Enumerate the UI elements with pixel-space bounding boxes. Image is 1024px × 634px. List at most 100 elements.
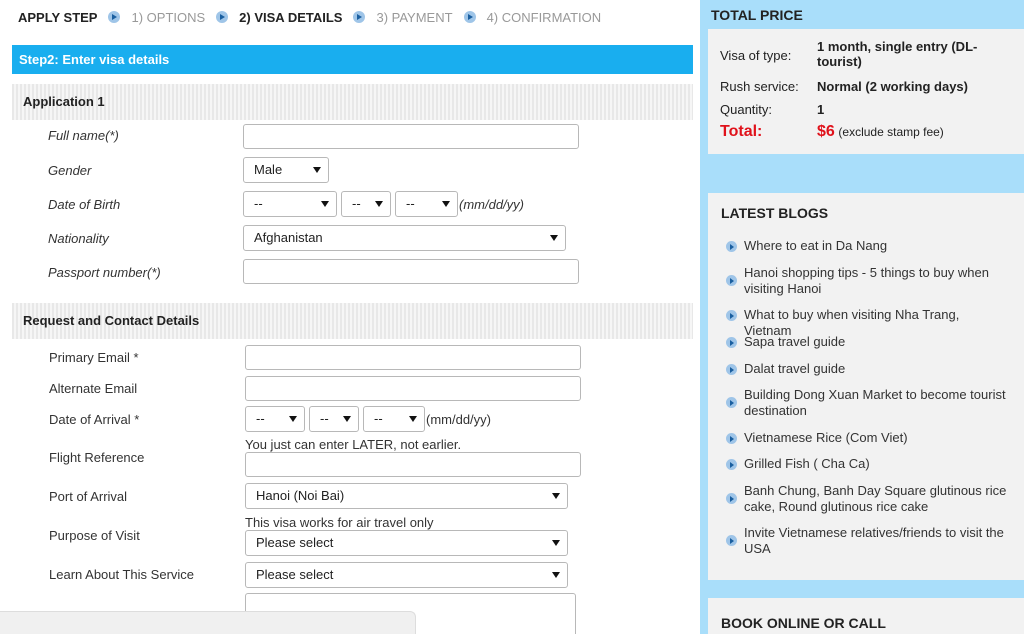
step-payment[interactable]: 3) PAYMENT	[376, 10, 452, 25]
chevron-down-icon	[552, 572, 560, 578]
chevron-down-icon	[289, 416, 297, 422]
chevron-down-icon	[375, 201, 383, 207]
step-confirmation[interactable]: 4) CONFIRMATION	[487, 10, 602, 25]
application-heading: Application 1	[12, 84, 693, 120]
arrival-month-select[interactable]: --	[245, 406, 305, 432]
step-options[interactable]: 1) OPTIONS	[131, 10, 205, 25]
blog-link[interactable]: Banh Chung, Banh Day Square glutinous ri…	[726, 483, 1008, 515]
chevron-down-icon	[442, 201, 450, 207]
alternate-email-input[interactable]	[245, 376, 581, 401]
arrival-year-value: --	[374, 411, 383, 426]
blog-link[interactable]: Where to eat in Da Nang	[726, 238, 1008, 254]
blog-title: Hanoi shopping tips - 5 things to buy wh…	[744, 265, 989, 296]
full-name-label: Full name(*)	[48, 128, 119, 143]
alternate-email-label: Alternate Email	[49, 381, 138, 396]
dob-day-select[interactable]: --	[243, 191, 337, 217]
chevron-down-icon	[321, 201, 329, 207]
purpose-value: Please select	[256, 535, 334, 550]
passport-label: Passport number(*)	[48, 265, 161, 280]
quantity-value: 1	[817, 102, 825, 117]
blog-title: Sapa travel guide	[744, 334, 846, 349]
step-banner: Step2: Enter visa details	[12, 45, 693, 74]
learn-label: Learn About This Service	[49, 567, 195, 582]
rush-value: Normal (2 working days)	[817, 79, 968, 94]
purpose-select[interactable]: Please select	[245, 530, 568, 556]
port-select[interactable]: Hanoi (Noi Bai)	[245, 483, 568, 509]
chevron-down-icon	[552, 540, 560, 546]
nationality-value: Afghanistan	[254, 230, 323, 245]
passport-input[interactable]	[243, 259, 579, 284]
primary-email-label: Primary Email *	[49, 350, 139, 365]
gender-label: Gender	[48, 163, 92, 178]
dob-month-select[interactable]: --	[341, 191, 391, 217]
arrow-right-icon	[726, 535, 737, 546]
arrow-right-icon	[726, 364, 737, 375]
blog-link[interactable]: Grilled Fish ( Cha Ca)	[726, 456, 1008, 472]
dob-year-value: --	[406, 196, 415, 211]
blog-link[interactable]: Building Dong Xuan Market to become tour…	[726, 387, 1008, 419]
arrow-right-icon	[726, 459, 737, 470]
gender-select[interactable]: Male	[243, 157, 329, 183]
chevron-down-icon	[313, 167, 321, 173]
bottom-bar	[0, 611, 416, 634]
price-box: Visa of type: 1 month, single entry (DL-…	[708, 29, 1024, 154]
visa-type-label: Visa of type:	[720, 48, 792, 63]
blog-title: Where to eat in Da Nang	[744, 238, 888, 253]
sidebar: TOTAL PRICE Visa of type: 1 month, singl…	[700, 0, 1024, 634]
nationality-select[interactable]: Afghanistan	[243, 225, 566, 251]
arrival-day-value: --	[320, 411, 329, 426]
dob-year-select[interactable]: --	[395, 191, 458, 217]
book-online-title: BOOK ONLINE OR CALL	[721, 615, 886, 631]
blog-link[interactable]: Invite Vietnamese relatives/friends to v…	[726, 525, 1008, 557]
total-price-title: TOTAL PRICE	[711, 7, 803, 23]
arrow-right-icon	[216, 11, 229, 23]
arrow-right-icon	[726, 433, 737, 444]
arrival-date-label: Date of Arrival *	[49, 412, 140, 427]
blog-link[interactable]: Vietnamese Rice (Com Viet)	[726, 430, 1008, 446]
arrow-right-icon	[726, 493, 737, 504]
visa-type-value: 1 month, single entry (DL-tourist)	[817, 39, 978, 69]
latest-blogs-title: LATEST BLOGS	[721, 205, 829, 221]
blog-title: Building Dong Xuan Market to become tour…	[744, 387, 1006, 418]
dob-label: Date of Birth	[48, 197, 121, 212]
blog-link[interactable]: Hanoi shopping tips - 5 things to buy wh…	[726, 265, 1008, 297]
rush-label: Rush service:	[720, 79, 799, 94]
dob-format-hint: (mm/dd/yy)	[459, 197, 524, 212]
arrival-day-select[interactable]: --	[309, 406, 359, 432]
arrow-right-icon	[726, 310, 737, 321]
port-label: Port of Arrival	[49, 489, 128, 504]
blog-link[interactable]: Sapa travel guide	[726, 334, 1008, 350]
purpose-label: Purpose of Visit	[49, 528, 140, 543]
learn-value: Please select	[256, 567, 334, 582]
flight-reference-input[interactable]	[245, 452, 581, 477]
arrival-month-value: --	[256, 411, 265, 426]
total-value: $6	[817, 123, 835, 140]
nationality-label: Nationality	[48, 231, 109, 246]
total-value-group: $6 (exclude stamp fee)	[817, 123, 1024, 141]
blogs-box: LATEST BLOGS Where to eat in Da Nang Han…	[708, 193, 1024, 580]
dob-day-value: --	[254, 196, 263, 211]
step-visa-details[interactable]: 2) VISA DETAILS	[239, 10, 342, 25]
step-progress: APPLY STEP 1) OPTIONS 2) VISA DETAILS 3)…	[18, 8, 601, 26]
blog-title: Invite Vietnamese relatives/friends to v…	[744, 525, 1004, 556]
arrow-right-icon	[463, 11, 476, 23]
learn-select[interactable]: Please select	[245, 562, 568, 588]
primary-email-input[interactable]	[245, 345, 581, 370]
blog-link[interactable]: Dalat travel guide	[726, 361, 1008, 377]
arrow-right-icon	[726, 241, 737, 252]
contact-heading: Request and Contact Details	[12, 303, 693, 339]
blog-title: Banh Chung, Banh Day Square glutinous ri…	[744, 483, 1007, 514]
arrow-right-icon	[726, 397, 737, 408]
arrival-year-select[interactable]: --	[363, 406, 425, 432]
arrow-right-icon	[108, 11, 121, 23]
arrow-right-icon	[726, 275, 737, 286]
gender-value: Male	[254, 162, 283, 177]
flight-reference-label: Flight Reference	[49, 450, 145, 465]
quantity-label: Quantity:	[720, 102, 773, 117]
book-box: BOOK ONLINE OR CALL	[708, 598, 1024, 634]
chevron-down-icon	[343, 416, 351, 422]
full-name-input[interactable]	[243, 124, 579, 149]
blog-title: Dalat travel guide	[744, 361, 846, 376]
total-note: (exclude stamp fee)	[838, 125, 944, 139]
arrival-note: You just can enter LATER, not earlier.	[245, 437, 462, 452]
